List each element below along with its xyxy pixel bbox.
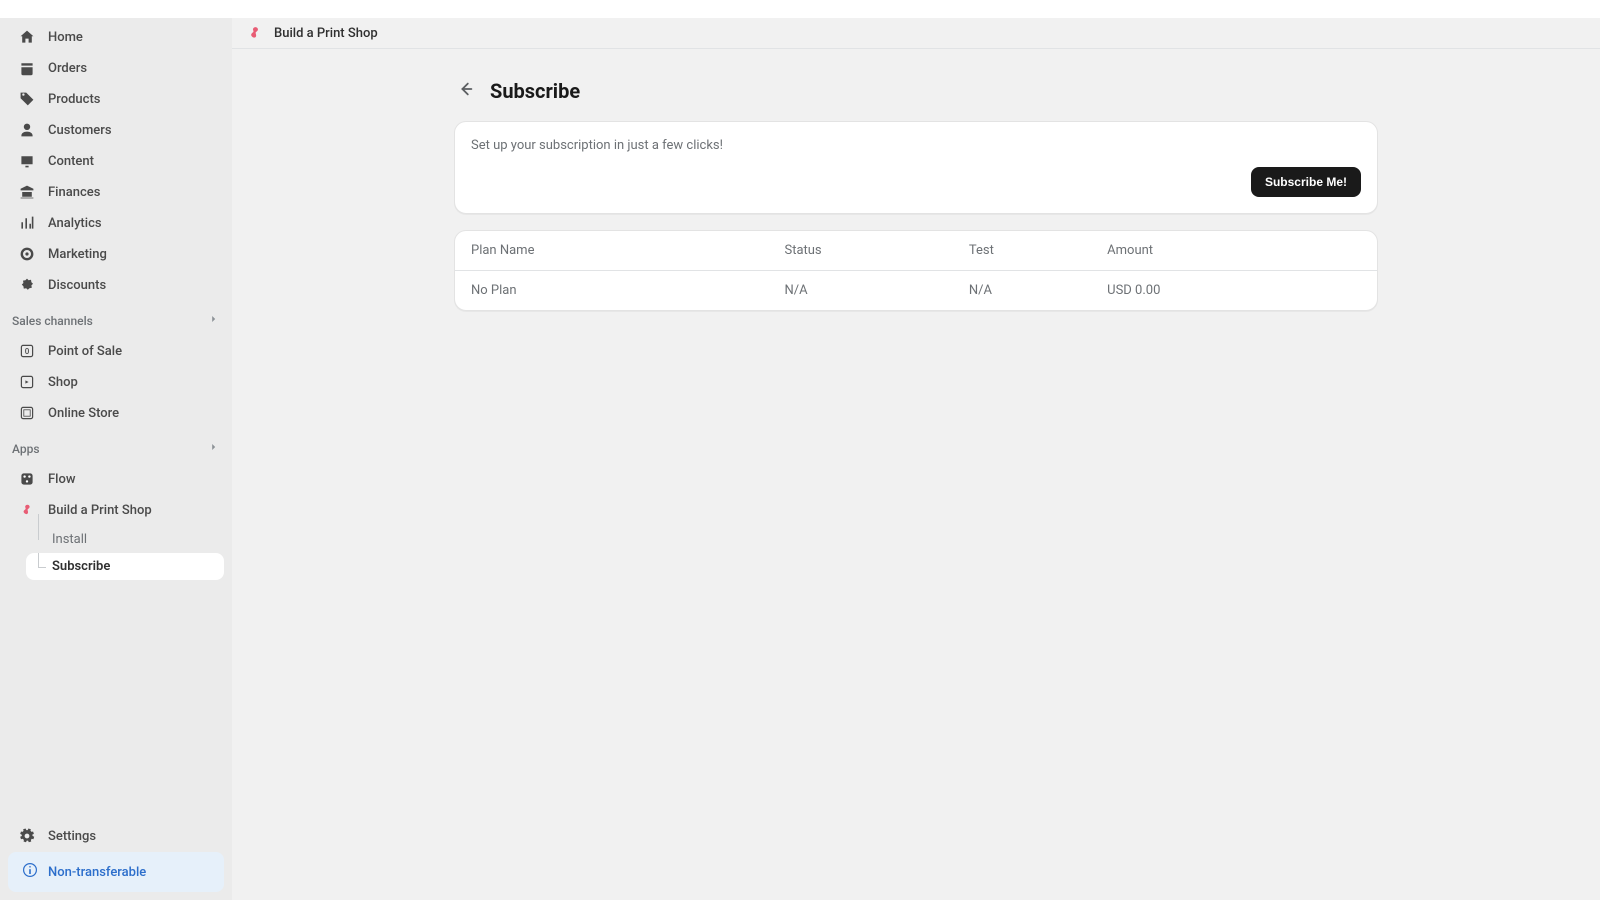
header-amount: Amount [1091,231,1377,271]
cell-status: N/A [768,271,952,311]
svg-text:0: 0 [25,347,30,356]
flow-icon [18,470,36,488]
sidebar-item-label: Orders [48,61,87,76]
sidebar-item-marketing[interactable]: Marketing [8,239,224,269]
table-header-row: Plan Name Status Test Amount [455,231,1377,271]
sidebar-item-label: Finances [48,185,100,200]
sidebar-item-label: Settings [48,829,96,844]
pos-icon: 0 [18,342,36,360]
sidebar-item-label: Marketing [48,247,107,262]
sidebar-item-discounts[interactable]: Discounts [8,270,224,300]
subscribe-card: Set up your subscription in just a few c… [454,121,1378,214]
sales-channels-section: 0 Point of Sale Shop Online Store [0,332,232,433]
app-name: Build a Print Shop [274,26,378,41]
print-shop-icon [18,501,36,519]
sidebar-item-label: Flow [48,472,76,487]
sidebar-item-finances[interactable]: Finances [8,177,224,207]
sidebar-item-analytics[interactable]: Analytics [8,208,224,238]
back-button[interactable] [454,79,478,103]
page-title-row: Subscribe [454,79,1378,103]
cell-amount: USD 0.00 [1091,271,1377,311]
sidebar-bottom: Settings Non-transferable [0,813,232,900]
non-transferable-label: Non-transferable [48,865,146,880]
apps-section: Flow Build a Print Shop Install Subscrib… [0,460,232,584]
app-logo-icon [246,24,264,42]
sidebar-item-label: Content [48,154,94,169]
header-status: Status [768,231,952,271]
sidebar-item-shop[interactable]: Shop [8,367,224,397]
section-label: Apps [12,442,40,456]
sidebar-item-label: Shop [48,375,78,390]
products-icon [18,90,36,108]
customers-icon [18,121,36,139]
arrow-left-icon [457,80,475,102]
finances-icon [18,183,36,201]
main-nav-section: Home Orders Products Customers Content [0,18,232,305]
section-label: Sales channels [12,314,93,328]
content-inner: Subscribe Set up your subscription in ju… [454,79,1378,870]
sidebar-item-flow[interactable]: Flow [8,464,224,494]
sidebar-item-build-print-shop[interactable]: Build a Print Shop [8,495,224,525]
plan-table: Plan Name Status Test Amount No Plan N/A… [455,231,1377,310]
chevron-right-icon [208,313,220,328]
plan-table-card: Plan Name Status Test Amount No Plan N/A… [454,230,1378,311]
chevron-right-icon [208,441,220,456]
sidebar-item-products[interactable]: Products [8,84,224,114]
sidebar-item-content[interactable]: Content [8,146,224,176]
non-transferable-badge[interactable]: Non-transferable [8,852,224,892]
analytics-icon [18,214,36,232]
sidebar-item-online-store[interactable]: Online Store [8,398,224,428]
top-bar [0,0,1600,18]
orders-icon [18,59,36,77]
sidebar-item-label: Products [48,92,100,107]
content-icon [18,152,36,170]
subnav-label: Subscribe [52,559,110,574]
sidebar-item-label: Analytics [48,216,102,231]
sidebar-item-label: Home [48,30,83,45]
online-store-icon [18,404,36,422]
app-subnav: Install Subscribe [26,526,224,580]
sidebar-item-orders[interactable]: Orders [8,53,224,83]
subnav-item-install[interactable]: Install [26,526,224,553]
home-icon [18,28,36,46]
app-header: Build a Print Shop [232,18,1600,49]
discounts-icon [18,276,36,294]
sidebar-item-customers[interactable]: Customers [8,115,224,145]
subnav-label: Install [52,532,87,547]
marketing-icon [18,245,36,263]
sidebar-item-home[interactable]: Home [8,22,224,52]
sidebar-item-label: Build a Print Shop [48,503,152,518]
info-icon [22,862,38,882]
header-plan-name: Plan Name [455,231,768,271]
subscribe-button[interactable]: Subscribe Me! [1251,167,1361,197]
content-area: Subscribe Set up your subscription in ju… [232,49,1600,900]
subscribe-description: Set up your subscription in just a few c… [471,138,1361,153]
sidebar-item-label: Discounts [48,278,106,293]
header-test: Test [953,231,1091,271]
page-title: Subscribe [490,79,580,103]
cell-test: N/A [953,271,1091,311]
sidebar-item-label: Point of Sale [48,344,122,359]
sidebar-item-label: Customers [48,123,112,138]
main-content: Build a Print Shop Subscribe Set up your… [232,0,1600,900]
cell-plan-name: No Plan [455,271,768,311]
sidebar-item-settings[interactable]: Settings [8,821,224,851]
table-row: No Plan N/A N/A USD 0.00 [455,271,1377,311]
shop-icon [18,373,36,391]
sidebar-item-point-of-sale[interactable]: 0 Point of Sale [8,336,224,366]
settings-icon [18,827,36,845]
sidebar: Home Orders Products Customers Content [0,0,232,900]
apps-header[interactable]: Apps [0,433,232,460]
sidebar-item-label: Online Store [48,406,119,421]
subnav-item-subscribe[interactable]: Subscribe [26,553,224,580]
sales-channels-header[interactable]: Sales channels [0,305,232,332]
